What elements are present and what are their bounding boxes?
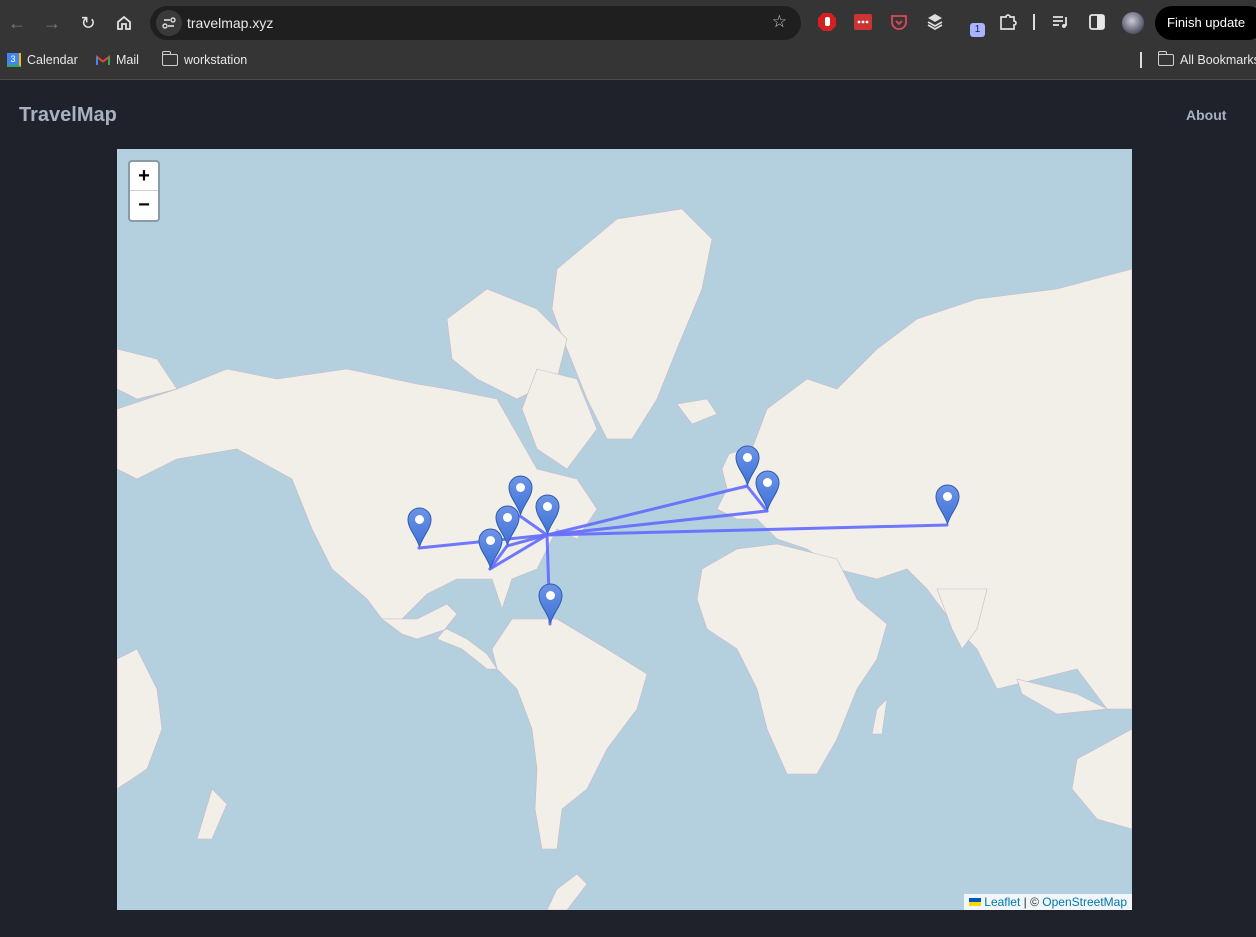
land-australia — [117, 648, 163, 790]
lastpass-extension-icon[interactable] — [853, 12, 873, 32]
map-pin-icon — [534, 494, 560, 535]
openstreetmap-link[interactable]: OpenStreetMap — [1042, 895, 1127, 909]
map-marker-caribbean[interactable] — [537, 583, 563, 624]
map-tiles — [117, 208, 1132, 910]
folder-icon — [161, 51, 178, 66]
browser-toolbar: ← → ↻ travelmap.xyz ☆ 1 Finish update ⋮ — [0, 0, 1256, 46]
map-marker-gulf[interactable] — [477, 528, 503, 569]
map-pin-icon — [537, 583, 563, 624]
land-chukotka — [117, 348, 178, 400]
ukraine-flag-icon — [969, 898, 982, 906]
map-pin-icon — [406, 507, 432, 548]
about-link[interactable]: About — [1186, 107, 1226, 123]
arrow-left-icon: ← — [8, 12, 26, 33]
site-info-icon[interactable] — [156, 10, 182, 36]
side-panel-icon[interactable] — [1087, 12, 1107, 32]
leaflet-link[interactable]: Leaflet — [984, 895, 1020, 909]
land-antarctic-peninsula — [546, 873, 588, 910]
land-south-america — [491, 618, 648, 850]
finish-update-button[interactable]: Finish update ⋮ — [1155, 6, 1256, 40]
attribution-separator: | © — [1020, 895, 1043, 909]
bookmarks-bar: 3 Calendar Mail workstation All Bookmark… — [0, 46, 1256, 80]
toolbar-divider — [1033, 14, 1035, 30]
url-text: travelmap.xyz — [187, 15, 274, 31]
land-iceland — [676, 398, 718, 425]
home-button[interactable] — [109, 8, 139, 38]
map-marker-new-york[interactable] — [534, 494, 560, 535]
layers-extension-icon[interactable] — [925, 12, 945, 32]
map-pin-icon — [934, 484, 960, 525]
travel-map[interactable]: + − Leaflet | © OpenStreetMap — [117, 149, 1132, 910]
bookmark-mail[interactable]: Mail — [96, 53, 139, 67]
bookmark-star-icon[interactable]: ☆ — [772, 12, 787, 32]
extensions-puzzle-icon[interactable] — [998, 12, 1018, 32]
media-control-icon[interactable] — [1051, 12, 1071, 32]
map-marker-central-asia[interactable] — [934, 484, 960, 525]
gmail-icon — [96, 54, 110, 65]
bookmark-calendar[interactable]: 3 Calendar — [7, 53, 78, 67]
address-bar[interactable]: travelmap.xyz ☆ — [150, 6, 801, 40]
extension-badge: 1 — [970, 23, 985, 37]
map-marker-france[interactable] — [754, 470, 780, 511]
arrow-right-icon: → — [43, 12, 61, 33]
reload-button[interactable]: ↻ — [73, 8, 103, 38]
map-marker-denver[interactable] — [406, 507, 432, 548]
zoom-out-button[interactable]: − — [130, 191, 158, 220]
land-new-zealand — [196, 788, 228, 840]
folder-icon — [1157, 51, 1174, 66]
back-button[interactable]: ← — [2, 8, 32, 38]
map-pin-icon — [477, 528, 503, 569]
adblock-extension-icon[interactable] — [817, 12, 837, 32]
zoom-in-button[interactable]: + — [130, 162, 158, 191]
home-icon — [117, 15, 131, 30]
map-attribution: Leaflet | © OpenStreetMap — [964, 894, 1132, 910]
bookmark-label: workstation — [184, 53, 248, 67]
bookmark-folder-workstation[interactable]: workstation — [161, 51, 248, 67]
bookmarks-divider — [1140, 52, 1142, 68]
bookmark-label: Calendar — [27, 53, 78, 67]
land-madagascar — [871, 698, 888, 735]
forward-button[interactable]: → — [37, 8, 67, 38]
site-title[interactable]: TravelMap — [19, 104, 117, 127]
pocket-extension-icon[interactable] — [889, 12, 909, 32]
zoom-control: + − — [128, 160, 160, 222]
map-pin-icon — [754, 470, 780, 511]
land-australia-east — [1071, 728, 1132, 830]
land-africa — [696, 543, 888, 775]
bookmark-label: Mail — [116, 53, 139, 67]
finish-update-label: Finish update — [1167, 15, 1246, 30]
reload-icon: ↻ — [80, 12, 96, 33]
all-bookmarks-label: All Bookmarks — [1180, 53, 1256, 67]
profile-avatar[interactable] — [1122, 12, 1144, 34]
calendar-icon: 3 — [7, 53, 21, 67]
all-bookmarks-button[interactable]: All Bookmarks — [1157, 51, 1256, 67]
